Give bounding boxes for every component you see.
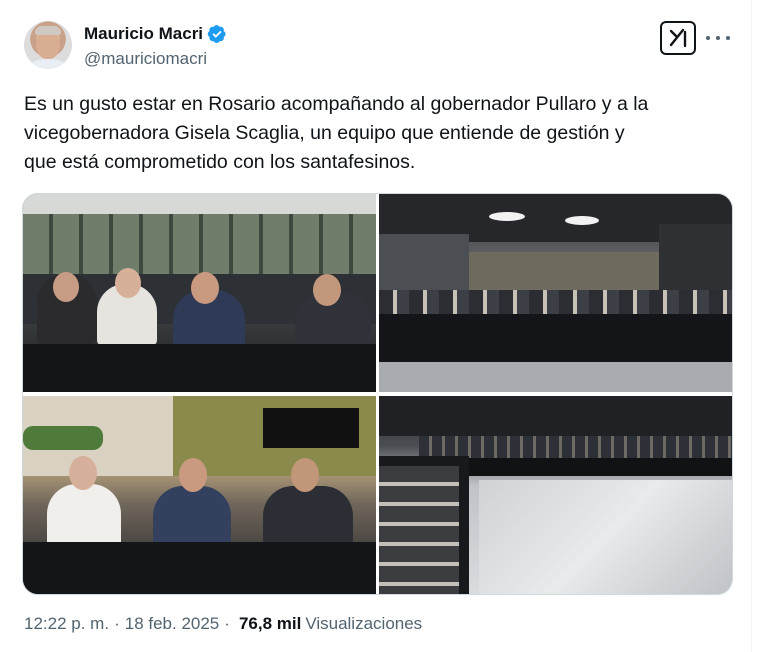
- photo-2-light: [565, 216, 599, 225]
- photo-4-ceiling: [379, 396, 732, 436]
- photo-1-ceiling: [23, 194, 376, 214]
- photo-3-plant: [23, 426, 103, 450]
- photo-3-person: [153, 486, 231, 548]
- photo-1-face: [53, 272, 79, 302]
- views-label[interactable]: Visualizaciones: [305, 614, 422, 634]
- photo-2-background: [469, 252, 659, 292]
- photo-4-people-near: [379, 466, 459, 594]
- grok-icon[interactable]: [660, 21, 696, 55]
- verified-badge-icon: [207, 25, 226, 43]
- photo-3-table: [23, 542, 376, 594]
- photo-1-face: [191, 272, 219, 304]
- photo-3-person: [263, 486, 353, 548]
- author-name-row[interactable]: Mauricio Macri: [84, 24, 227, 44]
- grok-glyph-icon: [669, 28, 687, 48]
- tweet-text: Es un gusto estar en Rosario acompañando…: [24, 93, 649, 173]
- photo-4-floor: [479, 480, 732, 594]
- views-count[interactable]: 76,8 mil: [239, 614, 301, 634]
- photo-2-people: [379, 290, 732, 314]
- photo-1-face: [115, 268, 141, 298]
- more-dot: [716, 36, 720, 40]
- meta-separator: ·: [114, 614, 120, 633]
- photo-3-screen: [263, 408, 359, 448]
- photo-1-face: [313, 274, 341, 306]
- tweet-meta: 12:22 p. m. · 18 feb. 2025 · 76,8 mil Vi…: [24, 614, 422, 634]
- avatar-hair: [35, 26, 61, 35]
- avatar[interactable]: [24, 21, 72, 69]
- tweet-card: Mauricio Macri @mauriciomacri Es un gust…: [0, 0, 752, 652]
- more-dot: [706, 36, 710, 40]
- tweet-date[interactable]: 18 feb. 2025: [125, 614, 220, 634]
- more-dot: [726, 36, 730, 40]
- photo-2-light: [489, 212, 525, 221]
- photo-3-person: [47, 484, 121, 548]
- photo-3[interactable]: [23, 396, 376, 594]
- photo-3-face: [291, 458, 319, 492]
- photo-4[interactable]: [379, 396, 732, 594]
- photo-3-face: [179, 458, 207, 492]
- photo-2-floor: [379, 362, 732, 392]
- photo-2[interactable]: [379, 194, 732, 392]
- photo-1-table: [23, 344, 376, 392]
- more-icon[interactable]: [706, 28, 730, 48]
- photo-1[interactable]: [23, 194, 376, 392]
- author-handle[interactable]: @mauriciomacri: [84, 49, 207, 69]
- photo-3-face: [69, 456, 97, 490]
- photo-2-table: [379, 314, 732, 362]
- media-grid: [22, 193, 733, 595]
- photo-1-windows: [23, 214, 376, 276]
- meta-separator: ·: [224, 614, 230, 633]
- author-display-name[interactable]: Mauricio Macri: [84, 24, 203, 44]
- avatar-shirt: [30, 59, 66, 69]
- tweet-time[interactable]: 12:22 p. m.: [24, 614, 109, 634]
